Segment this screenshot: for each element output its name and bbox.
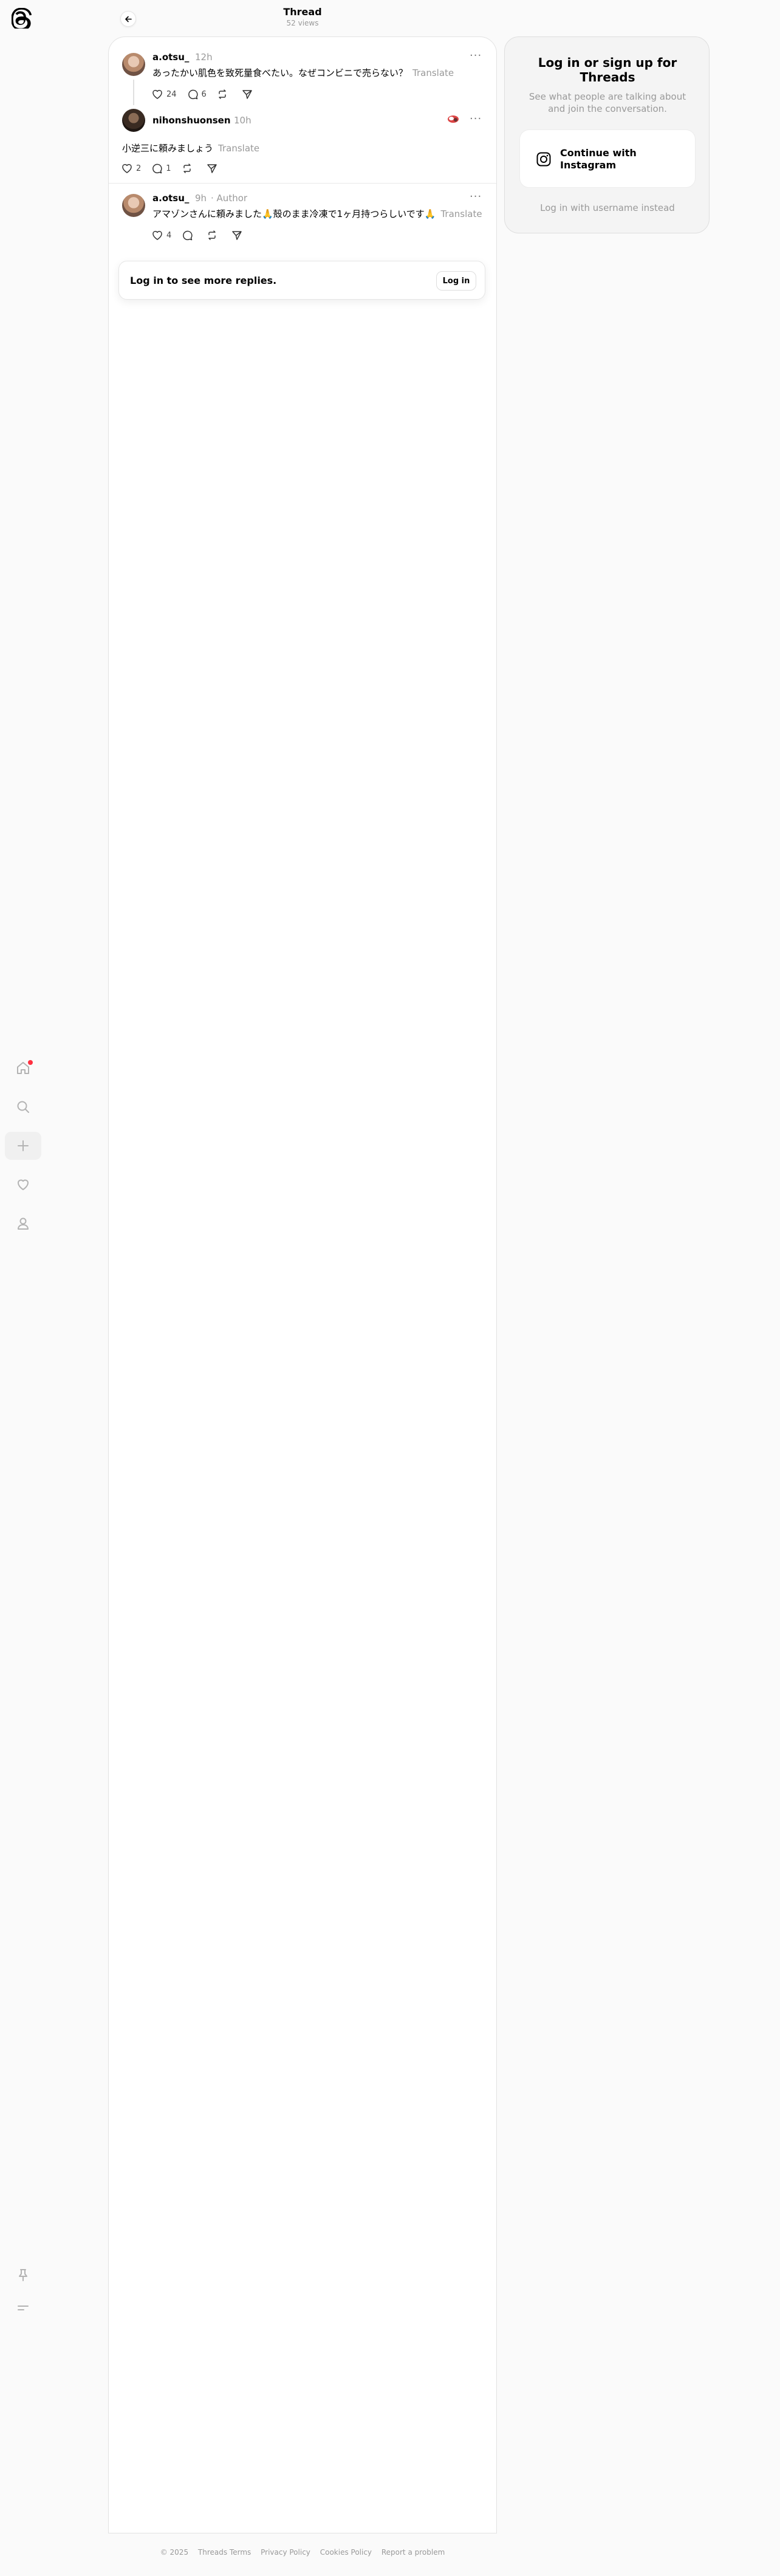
post-body: 小逆三に頼みましょう bbox=[122, 143, 214, 154]
footer: © 2025 Threads Terms Privacy Policy Cook… bbox=[108, 2548, 497, 2557]
original-post: a.otsu_ 12h ··· あったかい肌色を致死量食べたい。なぜコンビニで売… bbox=[109, 37, 496, 109]
post-username[interactable]: a.otsu_ bbox=[152, 193, 189, 204]
repost-button[interactable] bbox=[206, 229, 221, 241]
heart-icon bbox=[18, 1179, 29, 1190]
reply-button[interactable] bbox=[181, 229, 196, 241]
heart-icon bbox=[122, 164, 132, 173]
author-reply-post: a.otsu_ 9h · Author ··· アマゾンさんに頼みました🙏殻のま… bbox=[109, 190, 496, 251]
translate-link[interactable]: Translate bbox=[412, 67, 454, 78]
notification-dot bbox=[28, 1060, 33, 1065]
reply-count: 1 bbox=[166, 164, 171, 173]
badge-icon bbox=[448, 115, 459, 123]
repost-icon bbox=[208, 230, 216, 240]
nav-profile-button[interactable] bbox=[5, 1210, 41, 1238]
nav-home-button[interactable] bbox=[5, 1054, 41, 1082]
nav-menu-button[interactable] bbox=[5, 2294, 41, 2322]
post-actions: 2 1 bbox=[121, 160, 231, 177]
share-button[interactable] bbox=[231, 229, 246, 241]
thread-column: a.otsu_ 12h ··· あったかい肌色を致死量食べたい。なぜコンビニで売… bbox=[108, 36, 497, 2533]
post-body: あったかい肌色を致死量食べたい。なぜコンビニで売らない？ bbox=[152, 67, 408, 78]
pin-icon bbox=[19, 2269, 27, 2281]
plus-icon bbox=[18, 1140, 29, 1151]
avatar[interactable] bbox=[122, 53, 145, 76]
footer-copyright: © 2025 bbox=[160, 2548, 189, 2557]
post-username[interactable]: a.otsu_ bbox=[152, 52, 189, 63]
author-badge-label: Author bbox=[216, 193, 248, 204]
post-time[interactable]: 12h bbox=[195, 52, 213, 63]
footer-link-terms[interactable]: Threads Terms bbox=[198, 2548, 251, 2557]
like-count: 24 bbox=[166, 89, 177, 99]
nav-activity-button[interactable] bbox=[5, 1171, 41, 1199]
reply-button[interactable]: 1 bbox=[151, 162, 171, 174]
heart-icon bbox=[152, 89, 162, 99]
send-icon bbox=[232, 231, 242, 240]
post-divider bbox=[109, 183, 496, 184]
more-options-button[interactable]: ··· bbox=[470, 112, 482, 125]
send-icon bbox=[242, 90, 252, 99]
repost-button[interactable] bbox=[181, 162, 196, 174]
repost-button[interactable] bbox=[216, 88, 231, 100]
instagram-icon bbox=[536, 152, 551, 167]
continue-with-instagram-button[interactable]: Continue with Instagram bbox=[519, 129, 696, 188]
threads-logo-icon[interactable] bbox=[11, 7, 32, 31]
login-prompt-text: Log in to see more replies. bbox=[130, 275, 277, 286]
post-time[interactable]: 9h bbox=[195, 193, 207, 204]
post-actions: 24 6 bbox=[151, 86, 266, 103]
avatar[interactable] bbox=[122, 194, 145, 217]
more-options-button[interactable]: ··· bbox=[470, 190, 482, 203]
signup-title: Log in or sign up for Threads bbox=[538, 55, 677, 84]
post-time[interactable]: 10h bbox=[234, 115, 251, 126]
login-button[interactable]: Log in bbox=[436, 271, 476, 291]
post-text: あったかい肌色を致死量食べたい。なぜコンビニで売らない？ Translate bbox=[152, 66, 454, 79]
repost-icon bbox=[183, 164, 191, 173]
signup-panel: Log in or sign up for Threads See what p… bbox=[504, 36, 710, 233]
page-title: Thread bbox=[283, 6, 322, 18]
share-button[interactable] bbox=[241, 88, 256, 100]
author-badge: · Author bbox=[211, 193, 248, 204]
avatar[interactable] bbox=[122, 109, 145, 132]
username-login-link[interactable]: Log in with username instead bbox=[517, 202, 698, 213]
like-button[interactable]: 2 bbox=[121, 162, 141, 174]
reply-count: 6 bbox=[201, 89, 207, 99]
translate-link[interactable]: Translate bbox=[218, 143, 259, 154]
post-body: アマゾンさんに頼みました🙏殻のまま冷凍で1ヶ月持つらしいです🙏 bbox=[152, 208, 436, 219]
nav-pin-button[interactable] bbox=[5, 2261, 41, 2289]
user-icon bbox=[18, 1217, 29, 1230]
footer-link-privacy[interactable]: Privacy Policy bbox=[261, 2548, 310, 2557]
more-options-button[interactable]: ··· bbox=[470, 49, 482, 62]
reply-post: nihonshuonsen 10h ··· 小逆三に頼みましょう Translat… bbox=[109, 109, 496, 184]
instagram-button-label: Continue with Instagram bbox=[560, 147, 637, 171]
comment-icon bbox=[183, 230, 193, 241]
menu-icon bbox=[18, 2306, 29, 2310]
thread-connector-line bbox=[133, 80, 134, 105]
post-actions: 4 bbox=[151, 227, 256, 244]
translate-link[interactable]: Translate bbox=[440, 208, 482, 219]
heart-icon bbox=[152, 230, 162, 240]
footer-link-report[interactable]: Report a problem bbox=[381, 2548, 445, 2557]
footer-link-cookies[interactable]: Cookies Policy bbox=[320, 2548, 372, 2557]
repost-icon bbox=[219, 89, 226, 99]
like-count: 2 bbox=[136, 164, 142, 173]
search-icon bbox=[17, 1101, 29, 1113]
like-count: 4 bbox=[166, 230, 172, 240]
share-button[interactable] bbox=[206, 162, 221, 174]
nav-create-button[interactable] bbox=[5, 1132, 41, 1160]
like-button[interactable]: 4 bbox=[151, 229, 171, 241]
like-button[interactable]: 24 bbox=[151, 88, 177, 100]
login-prompt-card: Log in to see more replies. Log in bbox=[118, 261, 485, 300]
thread-header: Thread 52 views bbox=[108, 0, 497, 34]
view-count: 52 views bbox=[286, 19, 319, 27]
send-icon bbox=[207, 164, 217, 173]
signup-subtitle: See what people are talking about and jo… bbox=[529, 91, 686, 114]
left-nav-rail bbox=[0, 0, 46, 2576]
nav-search-button[interactable] bbox=[5, 1093, 41, 1121]
post-text: 小逆三に頼みましょう Translate bbox=[122, 142, 259, 154]
reply-button[interactable]: 6 bbox=[186, 88, 207, 100]
post-username[interactable]: nihonshuonsen bbox=[152, 115, 231, 126]
comment-icon bbox=[188, 89, 198, 100]
post-text: アマゾンさんに頼みました🙏殻のまま冷凍で1ヶ月持つらしいです🙏 Translate bbox=[152, 207, 482, 220]
comment-icon bbox=[152, 164, 162, 174]
